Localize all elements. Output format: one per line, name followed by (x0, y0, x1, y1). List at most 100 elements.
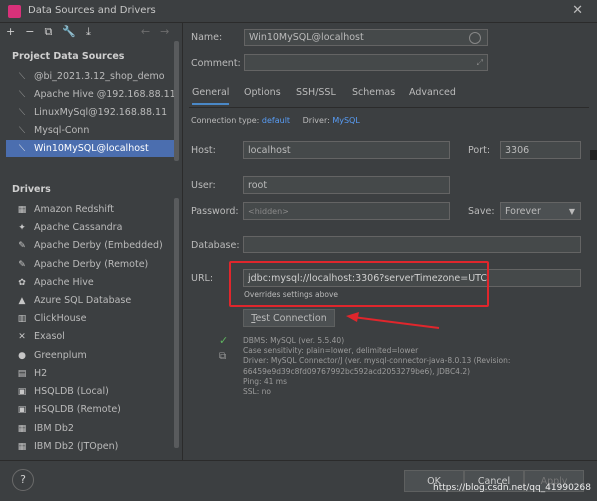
driver-icon: ▲ (18, 296, 26, 306)
title-bar: Data Sources and Drivers ✕ (0, 0, 597, 23)
left-toolbar: + − ⧉ 🔧 ⤓ ← → (6, 25, 169, 39)
copy-result-icon[interactable]: ⧉ (219, 351, 226, 362)
driver-item[interactable]: ▦ IBM Db2 (JTOpen) (6, 438, 174, 455)
driver-item[interactable]: ✦ Apache Cassandra (6, 219, 174, 236)
details-panel: Name: Win10MySQL@localhost Comment: ⤢ Ge… (183, 23, 597, 460)
test-connection-button[interactable]: Test Connection (243, 309, 335, 327)
driver-icon: ✎ (18, 260, 26, 270)
sql-icon: ⟍ (18, 144, 26, 154)
tab-advanced[interactable]: Advanced (409, 87, 456, 98)
database-input[interactable] (243, 236, 581, 253)
password-label: Password: (191, 206, 239, 217)
driver-icon: ▣ (17, 405, 27, 415)
test-button-label: est Connection (255, 313, 327, 324)
sql-icon: ⟍ (18, 72, 26, 82)
driver-item[interactable]: ▲ Azure SQL Database (6, 292, 174, 309)
wrench-icon[interactable]: 🔧 (62, 25, 76, 39)
annotation-arrow (346, 312, 440, 329)
project-heading: Project Data Sources (12, 51, 125, 62)
host-label: Host: (191, 145, 216, 156)
scrollbar[interactable] (174, 198, 179, 448)
driver-icon: ▣ (17, 387, 27, 397)
driver-item[interactable]: ▣ HSQLDB (Remote) (6, 401, 174, 418)
left-panel: + − ⧉ 🔧 ⤓ ← → Project Data Sources ⟍ @bi_… (0, 23, 183, 460)
driver-item[interactable]: ✎ Apache Derby (Remote) (6, 256, 174, 273)
edge-marker (590, 150, 597, 160)
expand-icon[interactable]: ⤢ (477, 55, 483, 71)
driver-item[interactable]: ▤ H2 (6, 365, 174, 382)
copy-icon[interactable]: ⧉ (44, 25, 52, 39)
check-icon: ✓ (219, 334, 229, 347)
driver-icon: ● (18, 351, 26, 361)
result-line: Driver: MySQL Connector/J (ver. mysql-co… (243, 356, 511, 366)
driver-icon: ▥ (17, 314, 27, 324)
driver-item[interactable]: ▥ ClickHouse (6, 310, 174, 327)
driver-item[interactable]: ▦ Amazon Redshift (6, 201, 174, 218)
connection-type-link[interactable]: default (262, 116, 290, 125)
driver-item[interactable]: ✿ Apache Hive (6, 274, 174, 291)
driver-icon: ✦ (18, 223, 26, 233)
tab-options[interactable]: Options (244, 87, 281, 98)
driver-icon: ✎ (18, 241, 26, 251)
driver-icon: ▦ (17, 205, 27, 215)
host-input[interactable]: localhost (243, 141, 450, 159)
project-item[interactable]: ⟍ LinuxMySql@192.168.88.11 (6, 104, 174, 121)
driver-item[interactable]: ▣ HSQLDB (Local) (6, 383, 174, 400)
name-label: Name: (191, 32, 223, 43)
result-line: SSL: no (243, 387, 271, 397)
password-input[interactable]: <hidden> (243, 202, 450, 220)
driver-item[interactable]: ▦ IBM Db2 (6, 420, 174, 437)
driver-icon: ▦ (17, 442, 27, 452)
save-label: Save: (468, 206, 495, 217)
tab-schemas[interactable]: Schemas (352, 87, 395, 98)
remove-icon[interactable]: − (25, 25, 34, 39)
user-input[interactable]: root (243, 176, 450, 194)
watermark: https://blog.csdn.net/qq_41990268 (432, 483, 591, 493)
help-icon[interactable]: ? (12, 469, 34, 491)
sql-icon: ⟍ (18, 126, 26, 136)
close-icon[interactable]: ✕ (572, 3, 583, 18)
tab-general[interactable]: General (192, 87, 230, 105)
bottom-bar: ? OK Cancel Apply https://blog.csdn.net/… (0, 460, 597, 501)
driver-icon: ✕ (18, 332, 26, 342)
connection-type-label: Connection type: (191, 116, 260, 125)
back-icon[interactable]: ← (141, 25, 150, 39)
name-input[interactable]: Win10MySQL@localhost (244, 29, 488, 46)
scrollbar[interactable] (174, 41, 179, 161)
comment-input[interactable]: ⤢ (244, 54, 488, 71)
port-input[interactable]: 3306 (500, 141, 581, 159)
driver-icon: ▦ (17, 424, 27, 434)
user-label: User: (191, 180, 216, 191)
result-line: Ping: 41 ms (243, 376, 288, 386)
forward-icon[interactable]: → (160, 25, 169, 39)
import-icon[interactable]: ⤓ (86, 25, 91, 39)
drivers-heading: Drivers (12, 184, 51, 195)
driver-link[interactable]: MySQL (332, 116, 359, 125)
project-item-selected[interactable]: ⟍ Win10MySQL@localhost (6, 140, 174, 157)
add-icon[interactable]: + (6, 25, 15, 39)
port-label: Port: (468, 145, 491, 156)
chevron-down-icon: ▼ (568, 207, 575, 216)
result-line: DBMS: MySQL (ver. 5.5.40) (243, 336, 345, 345)
app-logo-icon (8, 5, 21, 18)
color-picker-icon[interactable] (469, 32, 481, 44)
project-item[interactable]: ⟍ Apache Hive @192.168.88.11 (6, 86, 176, 103)
sql-icon: ⟍ (18, 108, 26, 118)
result-line: Case sensitivity: plain=lower, delimited… (243, 346, 419, 356)
database-label: Database: (191, 240, 240, 251)
driver-label: Driver: (302, 116, 330, 125)
driver-item[interactable]: ✎ Apache Derby (Embedded) (6, 237, 174, 254)
url-label: URL: (191, 273, 214, 284)
driver-icon: ✿ (18, 278, 26, 288)
project-item[interactable]: ⟍ @bi_2021.3.12_shop_demo (6, 68, 174, 85)
url-highlight-box (229, 261, 489, 307)
result-line: 66459e9d39c8fd09767992bc592acd2053279be6… (243, 366, 471, 376)
tab-divider (189, 107, 589, 108)
sql-icon: ⟍ (18, 90, 26, 100)
project-item[interactable]: ⟍ Mysql-Conn (6, 122, 174, 139)
save-select[interactable]: Forever ▼ (500, 202, 581, 220)
tab-ssh-ssl[interactable]: SSH/SSL (296, 87, 336, 98)
driver-item[interactable]: ● Greenplum (6, 347, 174, 364)
driver-item[interactable]: ✕ Exasol (6, 328, 174, 345)
window-title: Data Sources and Drivers (28, 5, 156, 16)
